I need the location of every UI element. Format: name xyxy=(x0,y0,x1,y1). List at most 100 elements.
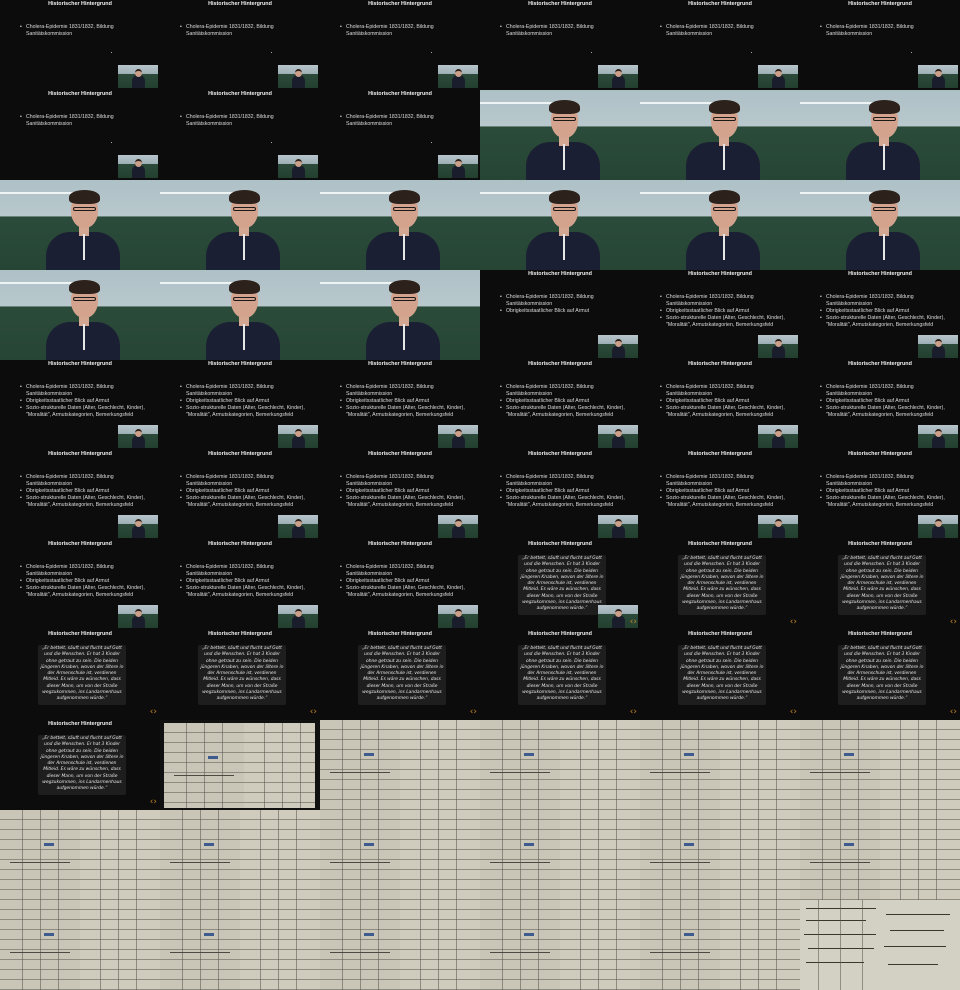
lanyard xyxy=(723,144,725,170)
bullet-item: Sozio-strukturelle Daten (Alter, Geschle… xyxy=(500,495,636,509)
ledger-column-line xyxy=(342,720,343,810)
bullet-list: Cholera-Epidemie 1831/1832, Bildung Sani… xyxy=(820,294,956,329)
quote-box: „Er bettelt, säuft und flucht auf Gott u… xyxy=(838,645,926,705)
slide-title: Historischer Hintergrund xyxy=(688,451,752,457)
ledger-column-line xyxy=(200,900,201,990)
frame-doc xyxy=(320,720,480,810)
frame-doc xyxy=(320,900,480,990)
ledger-column-line xyxy=(818,900,819,990)
ledger-page-right xyxy=(400,810,480,900)
frame-speaker xyxy=(320,180,480,270)
ledger-column-line xyxy=(218,810,219,900)
ledger-column-line xyxy=(858,720,859,810)
handwriting-line xyxy=(888,964,938,965)
ledger-column-line xyxy=(118,810,119,900)
bullet-item: Obrigkeitsstaatlicher Blick auf Armut xyxy=(20,578,156,585)
handwriting-line xyxy=(10,952,70,953)
ledger-page-right xyxy=(80,900,160,990)
frame-doc xyxy=(160,810,320,900)
bullet-list: Cholera-Epidemie 1831/1832, Bildung Sani… xyxy=(660,24,796,38)
bullet-item: Obrigkeitsstaatlicher Blick auf Armut xyxy=(180,398,316,405)
frame-speaker xyxy=(160,270,320,360)
ledger-column-line xyxy=(378,810,379,900)
frame-slide: Historischer Hintergrund Cholera-Epidemie… xyxy=(160,90,320,180)
lanyard xyxy=(243,324,245,350)
ledger-page-right xyxy=(720,810,800,900)
speaker-head xyxy=(935,429,942,437)
slide-title: Historischer Hintergrund xyxy=(208,91,272,97)
ledger-column-line xyxy=(698,810,699,900)
bullet-list: Cholera-Epidemie 1831/1832, Bildung Sani… xyxy=(820,384,956,419)
lanyard xyxy=(563,234,565,260)
slide-title: Historischer Hintergrund xyxy=(208,541,272,547)
handwriting-line xyxy=(886,914,950,915)
handwriting-line xyxy=(806,908,876,909)
ink-stamp xyxy=(524,933,534,936)
video-frame-grid: Historischer Hintergrund Cholera-Epidemie… xyxy=(0,0,960,990)
ledger-page-right xyxy=(560,720,640,810)
ledger-page-right xyxy=(80,810,160,900)
quote-box: „Er bettelt, säuft und flucht auf Gott u… xyxy=(518,555,606,615)
handwriting-line xyxy=(170,952,230,953)
bullet-item: Sozio-strukturelle Daten (Alter, Geschle… xyxy=(660,315,796,329)
slide-title: Historischer Hintergrund xyxy=(688,631,752,637)
ledger-column-line xyxy=(438,720,439,810)
bullet-list: Cholera-Epidemie 1831/1832, Bildung Sani… xyxy=(180,24,316,38)
handwriting-line xyxy=(490,772,550,773)
bullet-item: Obrigkeitsstaatlicher Blick auf Armut xyxy=(660,308,796,315)
lanyard xyxy=(403,324,405,350)
frame-speaker xyxy=(480,90,640,180)
speaker-head xyxy=(135,429,142,437)
frame-quote: Historischer Hintergrund „Er bettelt, säu… xyxy=(0,630,160,720)
ledger-column-line xyxy=(580,720,581,810)
speaker-head xyxy=(135,69,142,77)
ledger-column-line xyxy=(222,723,223,808)
ledger-column-line xyxy=(438,900,439,990)
frame-slide: Historischer Hintergrund Cholera-Epidemie… xyxy=(0,0,160,90)
speaker-thumbnail xyxy=(278,155,318,178)
chalk-line xyxy=(640,102,716,104)
ledger-page-right xyxy=(400,900,480,990)
handwriting-line xyxy=(330,952,390,953)
ledger-column-line xyxy=(520,720,521,810)
frame-doc xyxy=(640,720,800,810)
bullet-list: Cholera-Epidemie 1831/1832, Bildung Sani… xyxy=(20,114,156,128)
speaker-head xyxy=(615,609,622,617)
ledger-column-line xyxy=(616,720,617,810)
slide-title: Historischer Hintergrund xyxy=(48,451,112,457)
ledger-column-line xyxy=(680,900,681,990)
ledger-column-line xyxy=(360,810,361,900)
lanyard xyxy=(83,234,85,260)
speaker-glasses xyxy=(233,207,256,211)
speaker-thumbnail xyxy=(438,605,478,628)
speaker-head xyxy=(775,339,782,347)
bullet-item: Sozio-strukturelle Daten (Alter, Geschle… xyxy=(20,405,156,419)
speaker-hair xyxy=(69,280,100,294)
lanyard xyxy=(883,234,885,260)
speaker-thumbnail xyxy=(118,155,158,178)
lanyard xyxy=(563,144,565,170)
frame-quote: Historischer Hintergrund „Er bettelt, säu… xyxy=(800,540,960,630)
handwriting-line xyxy=(490,952,550,953)
bullet-item: Cholera-Epidemie 1831/1832, Bildung Sani… xyxy=(180,24,316,38)
speaker-head xyxy=(935,69,942,77)
bullet-list: Cholera-Epidemie 1831/1832, Bildung Sani… xyxy=(340,24,476,38)
bullet-list: Cholera-Epidemie 1831/1832, Bildung Sani… xyxy=(340,384,476,419)
bullet-item: Cholera-Epidemie 1831/1832, Bildung Sani… xyxy=(340,114,476,128)
slide-title: Historischer Hintergrund xyxy=(368,451,432,457)
speaker-thumbnail xyxy=(918,65,958,88)
frame-speaker xyxy=(640,180,800,270)
frame-doc xyxy=(0,900,160,990)
ledger-column-line xyxy=(502,720,503,810)
lanyard xyxy=(723,234,725,260)
chevron-icon: ‹› xyxy=(949,707,957,717)
ledger-page-right xyxy=(880,810,960,900)
frame-doc xyxy=(640,900,800,990)
speaker-thumbnail xyxy=(278,515,318,538)
frame-speaker xyxy=(800,180,960,270)
ledger-column-line xyxy=(538,720,539,810)
chalk-line xyxy=(800,192,876,194)
bullet-item: Sozio-strukturelle Daten (Alter, Geschle… xyxy=(660,495,796,509)
ink-stamp xyxy=(364,933,374,936)
cursor-dot xyxy=(431,142,432,143)
